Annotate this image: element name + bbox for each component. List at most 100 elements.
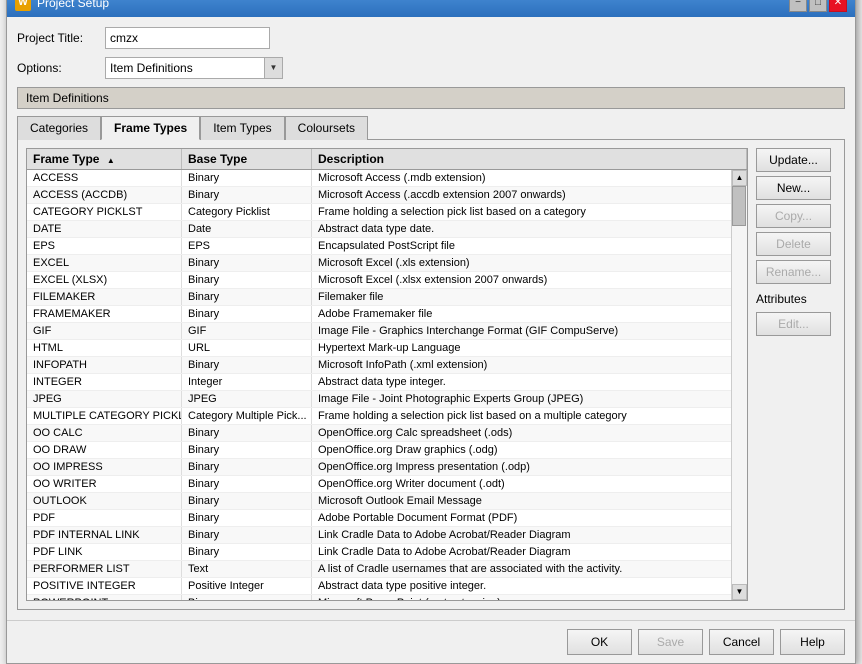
td-frame-type: FRAMEMAKER [27, 306, 182, 322]
td-base-type: Binary [182, 187, 312, 203]
table-row[interactable]: OUTLOOK Binary Microsoft Outlook Email M… [27, 493, 731, 510]
table-row[interactable]: OO CALC Binary OpenOffice.org Calc sprea… [27, 425, 731, 442]
table-row[interactable]: INTEGER Integer Abstract data type integ… [27, 374, 731, 391]
td-description: Image File - Joint Photographic Experts … [312, 391, 731, 407]
td-base-type: Binary [182, 306, 312, 322]
td-base-type: Date [182, 221, 312, 237]
table-row[interactable]: GIF GIF Image File - Graphics Interchang… [27, 323, 731, 340]
td-base-type: Binary [182, 357, 312, 373]
td-frame-type: PERFORMER LIST [27, 561, 182, 577]
td-description: Microsoft Excel (.xls extension) [312, 255, 731, 271]
td-base-type: Binary [182, 255, 312, 271]
scroll-thumb[interactable] [732, 186, 746, 226]
table-row[interactable]: DATE Date Abstract data type date. [27, 221, 731, 238]
table-row[interactable]: JPEG JPEG Image File - Joint Photographi… [27, 391, 731, 408]
td-base-type: Binary [182, 459, 312, 475]
tab-frame-types[interactable]: Frame Types [101, 116, 200, 140]
table-row[interactable]: ACCESS (ACCDB) Binary Microsoft Access (… [27, 187, 731, 204]
th-base-type: Base Type [182, 149, 312, 169]
sort-icon: ▲ [107, 156, 115, 165]
table-row[interactable]: PDF Binary Adobe Portable Document Forma… [27, 510, 731, 527]
td-frame-type: PDF INTERNAL LINK [27, 527, 182, 543]
td-frame-type: EPS [27, 238, 182, 254]
td-description: Microsoft InfoPath (.xml extension) [312, 357, 731, 373]
td-base-type: Binary [182, 544, 312, 560]
table-body[interactable]: ACCESS Binary Microsoft Access (.mdb ext… [27, 170, 731, 600]
td-frame-type: OO WRITER [27, 476, 182, 492]
close-button[interactable]: ✕ [829, 0, 847, 12]
edit-button[interactable]: Edit... [756, 312, 831, 336]
table-row[interactable]: PDF LINK Binary Link Cradle Data to Adob… [27, 544, 731, 561]
table-row[interactable]: HTML URL Hypertext Mark-up Language [27, 340, 731, 357]
table-row[interactable]: PDF INTERNAL LINK Binary Link Cradle Dat… [27, 527, 731, 544]
table-row[interactable]: EXCEL Binary Microsoft Excel (.xls exten… [27, 255, 731, 272]
td-base-type: Binary [182, 425, 312, 441]
td-base-type: JPEG [182, 391, 312, 407]
th-frame-type: Frame Type ▲ [27, 149, 182, 169]
td-frame-type: PDF LINK [27, 544, 182, 560]
td-frame-type: INTEGER [27, 374, 182, 390]
table-row[interactable]: EXCEL (XLSX) Binary Microsoft Excel (.xl… [27, 272, 731, 289]
td-base-type: Binary [182, 272, 312, 288]
td-frame-type: JPEG [27, 391, 182, 407]
delete-button[interactable]: Delete [756, 232, 831, 256]
table-row[interactable]: MULTIPLE CATEGORY PICKLST Category Multi… [27, 408, 731, 425]
table-row[interactable]: POSITIVE INTEGER Positive Integer Abstra… [27, 578, 731, 595]
table-row[interactable]: POWERPOINT Binary Microsoft PowerPoint (… [27, 595, 731, 600]
tab-categories[interactable]: Categories [17, 116, 101, 140]
td-frame-type: POWERPOINT [27, 595, 182, 600]
section-header: Item Definitions [17, 87, 845, 109]
table-row[interactable]: INFOPATH Binary Microsoft InfoPath (.xml… [27, 357, 731, 374]
td-description: Adobe Portable Document Format (PDF) [312, 510, 731, 526]
td-frame-type: DATE [27, 221, 182, 237]
update-button[interactable]: Update... [756, 148, 831, 172]
table-row[interactable]: PERFORMER LIST Text A list of Cradle use… [27, 561, 731, 578]
project-title-input[interactable] [105, 27, 270, 49]
table-row[interactable]: EPS EPS Encapsulated PostScript file [27, 238, 731, 255]
window-content: Project Title: Options: Item Definitions… [7, 17, 855, 620]
td-frame-type: EXCEL (XLSX) [27, 272, 182, 288]
copy-button[interactable]: Copy... [756, 204, 831, 228]
scroll-down-button[interactable]: ▼ [732, 584, 747, 600]
td-base-type: Binary [182, 442, 312, 458]
td-frame-type: PDF [27, 510, 182, 526]
td-frame-type: GIF [27, 323, 182, 339]
options-select-container: Item Definitions Categories Frame Types … [105, 57, 283, 79]
window-title: Project Setup [37, 0, 109, 10]
title-bar-controls: − □ ✕ [789, 0, 847, 12]
table-row[interactable]: OO DRAW Binary OpenOffice.org Draw graph… [27, 442, 731, 459]
table-header: Frame Type ▲ Base Type Description [27, 149, 747, 170]
td-description: Image File - Graphics Interchange Format… [312, 323, 731, 339]
td-description: Microsoft PowerPoint (.ppt extension) [312, 595, 731, 600]
table-row[interactable]: OO WRITER Binary OpenOffice.org Writer d… [27, 476, 731, 493]
new-button[interactable]: New... [756, 176, 831, 200]
td-description: Adobe Framemaker file [312, 306, 731, 322]
td-description: Hypertext Mark-up Language [312, 340, 731, 356]
select-arrow-icon: ▼ [265, 57, 283, 79]
td-frame-type: OO CALC [27, 425, 182, 441]
attributes-label: Attributes [756, 292, 836, 306]
td-description: OpenOffice.org Draw graphics (.odg) [312, 442, 731, 458]
table-row[interactable]: ACCESS Binary Microsoft Access (.mdb ext… [27, 170, 731, 187]
td-description: Abstract data type integer. [312, 374, 731, 390]
minimize-button[interactable]: − [789, 0, 807, 12]
td-description: Microsoft Excel (.xlsx extension 2007 on… [312, 272, 731, 288]
title-bar-left: W Project Setup [15, 0, 109, 11]
td-frame-type: OO DRAW [27, 442, 182, 458]
table-row[interactable]: FILEMAKER Binary Filemaker file [27, 289, 731, 306]
td-description: OpenOffice.org Impress presentation (.od… [312, 459, 731, 475]
scrollbar[interactable]: ▲ ▼ [731, 170, 747, 600]
scroll-up-button[interactable]: ▲ [732, 170, 747, 186]
options-select[interactable]: Item Definitions Categories Frame Types … [105, 57, 265, 79]
rename-button[interactable]: Rename... [756, 260, 831, 284]
td-base-type: Category Picklist [182, 204, 312, 220]
td-description: Encapsulated PostScript file [312, 238, 731, 254]
options-label: Options: [17, 61, 97, 75]
table-row[interactable]: FRAMEMAKER Binary Adobe Framemaker file [27, 306, 731, 323]
table-row[interactable]: CATEGORY PICKLST Category Picklist Frame… [27, 204, 731, 221]
td-description: Frame holding a selection pick list base… [312, 204, 731, 220]
table-row[interactable]: OO IMPRESS Binary OpenOffice.org Impress… [27, 459, 731, 476]
tab-coloursets[interactable]: Coloursets [285, 116, 368, 140]
maximize-button[interactable]: □ [809, 0, 827, 12]
tab-item-types[interactable]: Item Types [200, 116, 284, 140]
